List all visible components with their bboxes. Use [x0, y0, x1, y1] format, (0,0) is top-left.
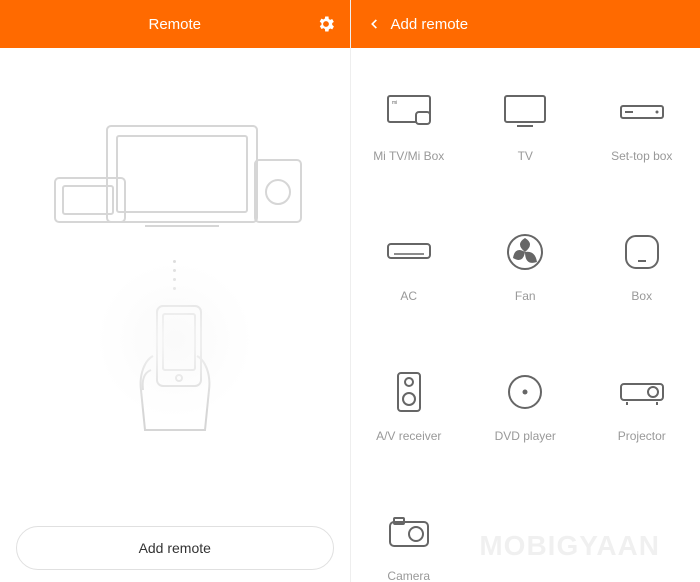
device-label: DVD player — [495, 429, 556, 443]
settings-button[interactable] — [316, 14, 336, 34]
avr-icon — [386, 369, 432, 415]
device-fan[interactable]: Fan — [467, 196, 584, 336]
add-remote-button-wrap: Add remote — [16, 526, 334, 570]
add-remote-pane: Add remote mi Mi TV/Mi Box TV Set-top bo… — [351, 0, 700, 582]
device-mitv[interactable]: mi Mi TV/Mi Box — [351, 56, 468, 196]
svg-text:mi: mi — [392, 100, 397, 106]
device-label: Box — [631, 289, 652, 303]
device-settop[interactable]: Set-top box — [584, 56, 700, 196]
fan-icon — [502, 229, 548, 275]
dvd-icon — [502, 369, 548, 415]
chevron-left-icon — [367, 17, 381, 31]
add-remote-title: Add remote — [391, 16, 469, 33]
device-ac[interactable]: AC — [351, 196, 468, 336]
device-label: Mi TV/Mi Box — [373, 149, 444, 163]
add-remote-button[interactable]: Add remote — [16, 526, 334, 570]
device-box[interactable]: Box — [584, 196, 700, 336]
device-dvd[interactable]: DVD player — [467, 336, 584, 476]
mitv-icon: mi — [386, 89, 432, 135]
device-label: Projector — [618, 429, 666, 443]
device-camera[interactable]: Camera — [351, 476, 468, 582]
add-remote-button-label: Add remote — [139, 540, 211, 556]
connection-dots — [0, 260, 350, 290]
device-label: Camera — [387, 569, 430, 582]
gear-icon — [316, 14, 336, 34]
device-label: TV — [518, 149, 533, 163]
device-label: AC — [400, 289, 417, 303]
camera-icon — [386, 509, 432, 555]
back-button[interactable] — [367, 17, 381, 31]
device-label: A/V receiver — [376, 429, 441, 443]
devices-illustration — [0, 108, 350, 238]
device-projector[interactable]: Projector — [584, 336, 700, 476]
add-remote-header: Add remote — [351, 0, 700, 48]
app-container: Remote — [0, 0, 700, 582]
device-type-grid: mi Mi TV/Mi Box TV Set-top box — [351, 48, 700, 582]
device-tv[interactable]: TV — [467, 56, 584, 196]
tv-icon — [502, 89, 548, 135]
remote-home-pane: Remote — [0, 0, 351, 582]
box-icon — [619, 229, 665, 275]
projector-icon — [619, 369, 665, 415]
settop-icon — [619, 89, 665, 135]
remote-title: Remote — [148, 16, 201, 33]
device-avr[interactable]: A/V receiver — [351, 336, 468, 476]
hand-phone-illustration — [0, 296, 350, 446]
device-label: Fan — [515, 289, 536, 303]
device-label: Set-top box — [611, 149, 672, 163]
remote-header: Remote — [0, 0, 350, 48]
ac-icon — [386, 229, 432, 275]
